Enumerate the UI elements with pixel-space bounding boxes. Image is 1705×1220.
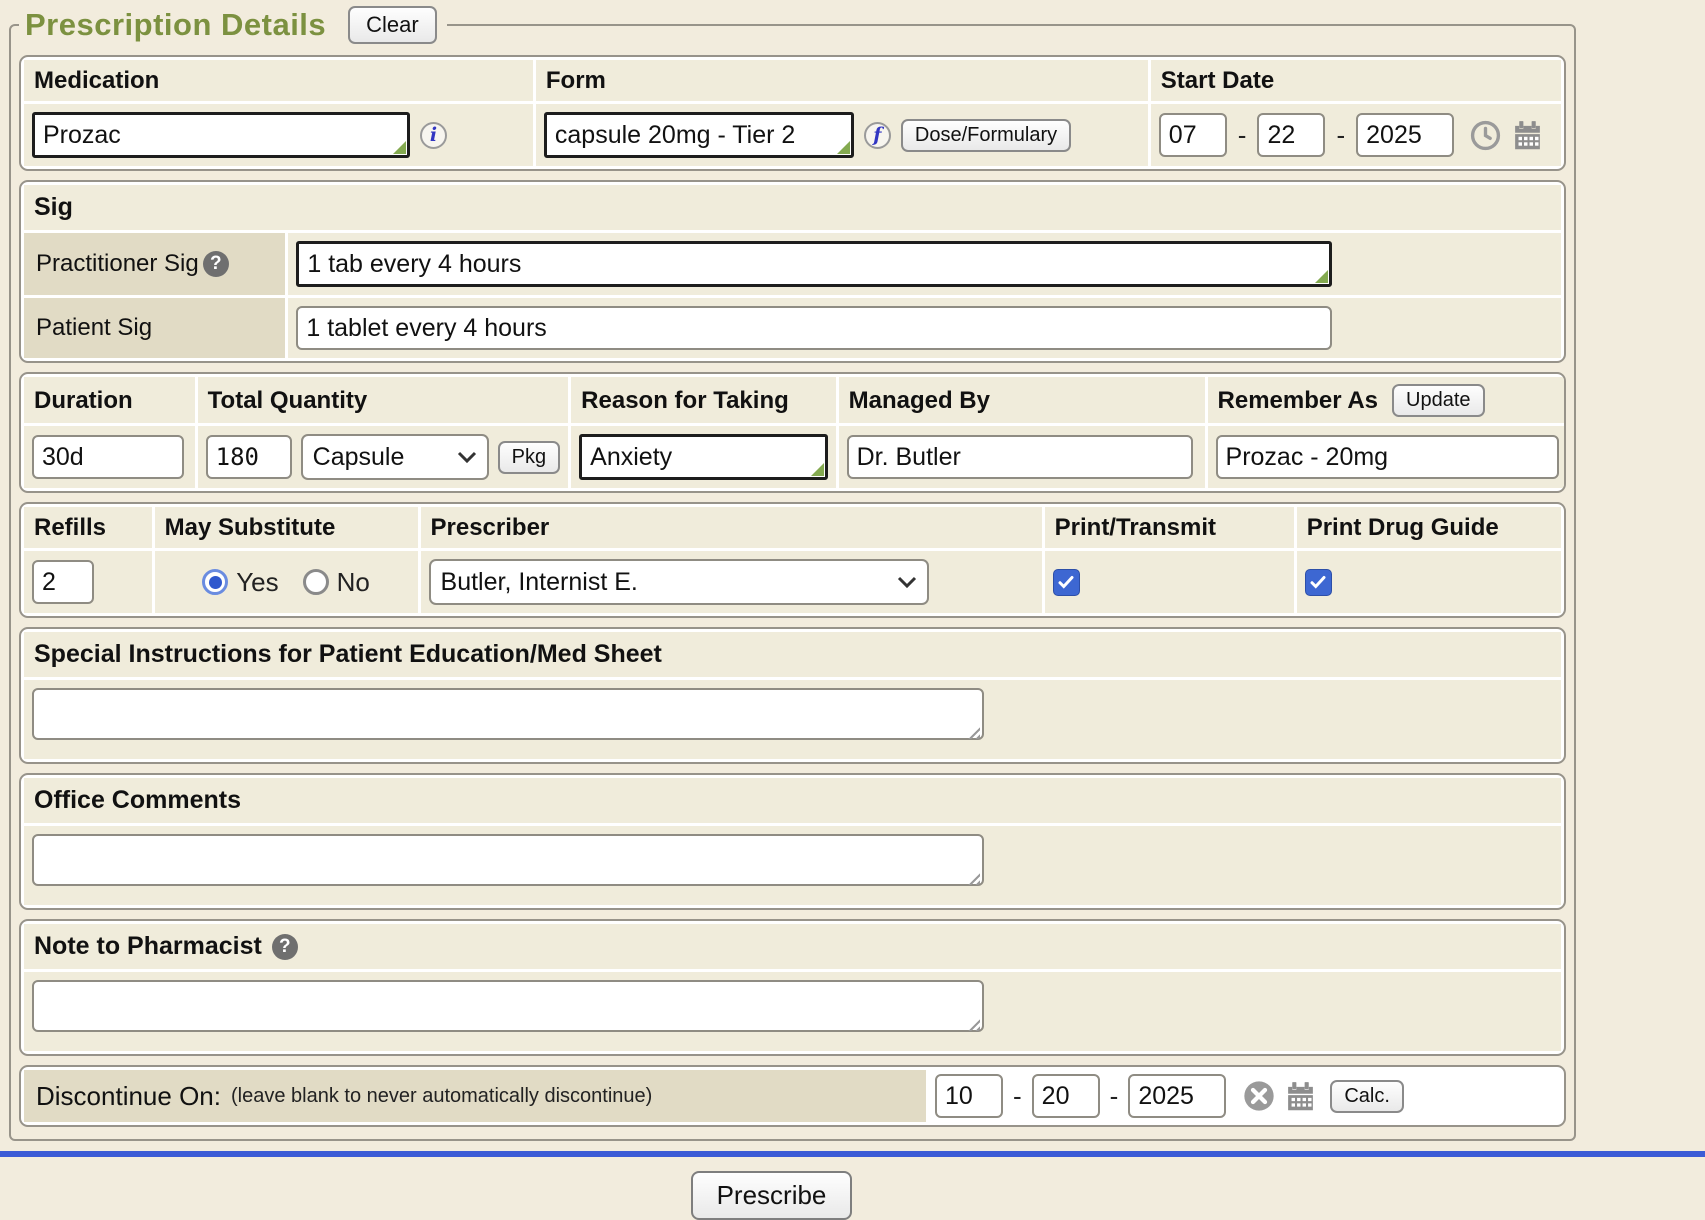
special-instructions-textarea[interactable] [32,688,984,740]
print-drug-guide-checkbox[interactable] [1305,569,1332,596]
patient-sig-label: Patient Sig [36,314,152,342]
medication-box: Medication Form Start Date i f Dose/Form… [19,55,1566,171]
prescription-details-fieldset: Prescription Details Clear Medication Fo… [9,6,1576,1141]
practitioner-sig-input[interactable] [296,241,1332,287]
prescription-details-legend: Prescription Details Clear [19,6,447,44]
refills-header: Refills [24,507,152,548]
substitute-no-label: No [337,567,370,598]
calendar-icon[interactable] [1284,1080,1317,1113]
discontinue-year-input[interactable] [1128,1074,1226,1118]
radio-unselected-icon [303,569,329,595]
remember-as-header-cell: Remember As Update [1208,377,1567,423]
quantity-unit-select[interactable]: Capsule [301,434,489,480]
quantity-unit-value: Capsule [313,443,405,472]
substitute-yes-label: Yes [236,567,278,598]
sig-header: Sig [24,185,1561,230]
medication-header: Medication [24,60,533,101]
special-instructions-box: Special Instructions for Patient Educati… [19,627,1566,764]
total-quantity-header: Total Quantity [198,377,569,423]
form-input[interactable] [544,112,854,158]
special-instructions-header: Special Instructions for Patient Educati… [24,632,1561,677]
remember-as-input[interactable] [1216,435,1559,479]
substitute-no-radio[interactable]: No [303,567,370,598]
update-button[interactable]: Update [1392,384,1485,417]
refills-box: Refills May Substitute Prescriber Print/… [19,502,1566,618]
clear-date-icon[interactable] [1243,1080,1275,1112]
note-to-pharmacist-textarea[interactable] [32,980,984,1032]
dose-formulary-button[interactable]: Dose/Formulary [901,119,1071,152]
note-to-pharmacist-help-icon[interactable]: ? [272,934,298,960]
medication-input[interactable] [32,112,410,158]
print-transmit-checkbox[interactable] [1053,569,1080,596]
remember-as-header: Remember As [1218,387,1379,415]
start-date-month-input[interactable] [1159,113,1227,157]
date-separator: - [1336,120,1345,151]
page-title: Prescription Details [25,7,326,43]
practitioner-sig-help-icon[interactable]: ? [203,251,229,277]
total-quantity-input[interactable] [206,435,292,479]
calendar-icon[interactable] [1511,119,1544,152]
medication-info-icon[interactable]: i [420,122,447,149]
discontinue-label: Discontinue On: [36,1081,221,1112]
form-header: Form [536,60,1148,101]
date-separator: - [1238,120,1247,151]
chevron-down-icon [457,450,477,464]
checkmark-icon [1057,573,1075,591]
clock-icon[interactable] [1470,120,1501,151]
patient-sig-input[interactable] [296,306,1332,350]
note-to-pharmacist-box: Note to Pharmacist ? [19,919,1566,1056]
start-date-header: Start Date [1151,60,1562,101]
reason-header: Reason for Taking [571,377,835,423]
practitioner-sig-label-cell: Practitioner Sig ? [24,233,285,295]
date-separator: - [1110,1081,1119,1112]
pkg-button[interactable]: Pkg [498,441,560,474]
prescriber-select[interactable]: Butler, Internist E. [429,559,929,605]
discontinue-month-input[interactable] [935,1074,1003,1118]
may-substitute-header: May Substitute [155,507,418,548]
patient-sig-label-cell: Patient Sig [24,298,285,358]
prescriber-value: Butler, Internist E. [441,568,638,597]
practitioner-sig-label: Practitioner Sig [36,250,199,278]
checkmark-icon [1309,573,1327,591]
prescriber-header: Prescriber [421,507,1042,548]
note-to-pharmacist-header: Note to Pharmacist [34,932,262,961]
start-date-day-input[interactable] [1257,113,1325,157]
duration-box: Duration Total Quantity Reason for Takin… [19,372,1566,493]
substitute-yes-radio[interactable]: Yes [202,567,278,598]
reason-input[interactable] [579,434,827,480]
office-comments-box: Office Comments [19,773,1566,910]
bottom-edge-bar [0,1151,1705,1157]
duration-header: Duration [24,377,195,423]
formulary-icon[interactable]: f [864,122,891,149]
start-date-year-input[interactable] [1356,113,1454,157]
date-separator: - [1013,1081,1022,1112]
discontinue-hint: (leave blank to never automatically disc… [231,1085,652,1108]
prescribe-button[interactable]: Prescribe [691,1171,853,1220]
radio-selected-icon [202,569,228,595]
managed-by-header: Managed By [839,377,1205,423]
discontinue-label-cell: Discontinue On: (leave blank to never au… [24,1070,926,1122]
chevron-down-icon [897,575,917,589]
calc-button[interactable]: Calc. [1330,1080,1404,1113]
duration-input[interactable] [32,435,184,479]
discontinue-box: Discontinue On: (leave blank to never au… [19,1065,1566,1127]
office-comments-textarea[interactable] [32,834,984,886]
clear-button[interactable]: Clear [348,6,437,44]
print-drug-guide-header: Print Drug Guide [1297,507,1562,548]
print-transmit-header: Print/Transmit [1045,507,1294,548]
discontinue-day-input[interactable] [1032,1074,1100,1118]
sig-box: Sig Practitioner Sig ? Patient Sig [19,180,1566,363]
managed-by-input[interactable] [847,435,1193,479]
refills-input[interactable] [32,560,94,604]
office-comments-header: Office Comments [24,778,1561,823]
